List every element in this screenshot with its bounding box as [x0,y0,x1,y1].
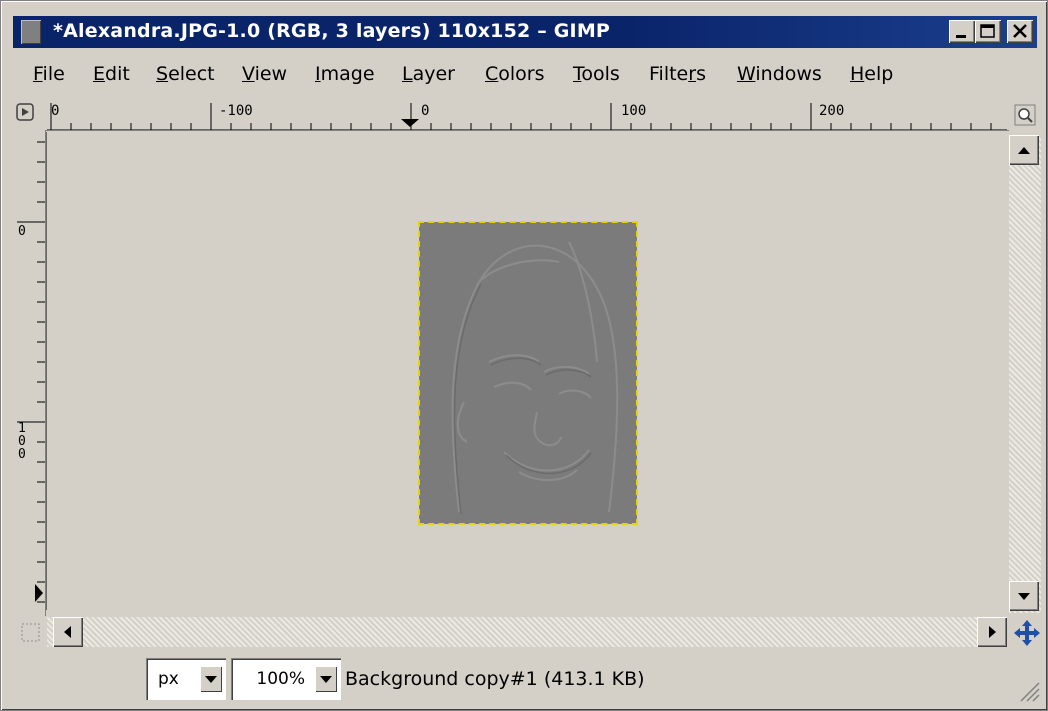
zoom-dropdown-button[interactable] [315,666,337,692]
hruler-label-neg100: -100 [219,103,253,119]
arrow-left-icon [64,626,71,638]
zoom-combo[interactable]: 100% [231,658,341,700]
menu-view[interactable]: View [242,63,287,85]
horizontal-ruler[interactable]: 0 -100 0 100 200 [47,99,1012,131]
minimize-button[interactable] [949,20,975,43]
close-button[interactable] [1007,20,1033,43]
menu-file[interactable]: File [33,63,65,85]
triangle-right-icon [16,103,34,121]
minimize-icon [956,35,966,38]
unit-dropdown-button[interactable] [200,666,222,692]
quick-mask-toggle[interactable] [19,621,43,645]
arrow-down-icon [1018,593,1030,600]
unit-value: px [158,669,179,689]
zoom-value: 100% [256,669,305,689]
hruler-label-200: 200 [819,103,845,119]
vertical-scrollbar[interactable] [1009,135,1041,613]
scroll-left-button[interactable] [53,617,83,647]
title-bar[interactable]: *Alexandra.JPG-1.0 (RGB, 3 layers) 110x1… [13,16,1037,48]
navigate-button[interactable] [1011,617,1043,649]
menu-select[interactable]: Select [156,63,215,85]
magnifier-icon [1014,104,1036,126]
scroll-right-button[interactable] [977,617,1007,647]
gimp-image-window: *Alexandra.JPG-1.0 (RGB, 3 layers) 110x1… [0,0,1048,711]
chevron-down-icon [205,676,217,683]
vruler-label-100: 100 [18,421,26,462]
vruler-label-0: 0 [18,224,26,239]
menu-windows[interactable]: Windows [737,63,822,85]
close-icon [1013,24,1027,38]
hruler-label-0b: 0 [421,103,430,119]
hruler-label-100: 100 [621,103,647,119]
horizontal-scrollbar[interactable] [47,617,1007,647]
menu-bar: File Edit Select View Image Layer Colors… [13,57,1037,93]
scroll-down-button[interactable] [1009,581,1039,611]
resize-grip-icon [1020,682,1040,702]
menu-tools[interactable]: Tools [573,63,620,85]
menu-colors[interactable]: Colors [485,63,545,85]
quick-mask-icon [21,623,40,642]
ruler-pointer-marker [401,119,419,127]
image-layer-preview[interactable] [418,221,638,525]
hruler-label-0a: 0 [51,103,60,119]
menu-edit[interactable]: Edit [93,63,130,85]
app-icon[interactable] [21,20,41,44]
menu-layer[interactable]: Layer [402,63,455,85]
zoom-on-resize-toggle[interactable] [1013,103,1037,127]
maximize-icon [980,24,995,38]
image-menu-button[interactable] [15,100,45,130]
window-title: *Alexandra.JPG-1.0 (RGB, 3 layers) 110x1… [53,20,611,42]
arrow-right-icon [989,626,996,638]
unit-select[interactable]: px [146,658,226,700]
menu-help[interactable]: Help [850,63,893,85]
status-message: Background copy#1 (413.1 KB) [345,668,645,690]
chevron-down-icon [320,676,332,683]
arrow-up-icon [1018,147,1030,154]
vertical-ruler[interactable]: 0 100 [15,132,47,610]
resize-grip[interactable] [1015,677,1041,703]
menu-image[interactable]: Image [315,63,375,85]
menu-filters[interactable]: Filters [649,63,706,85]
embossed-portrait-image [419,222,637,524]
ruler-pointer-marker-v [35,584,43,602]
scroll-up-button[interactable] [1009,135,1039,165]
maximize-button[interactable] [975,20,1001,43]
navigate-icon [1014,620,1040,646]
